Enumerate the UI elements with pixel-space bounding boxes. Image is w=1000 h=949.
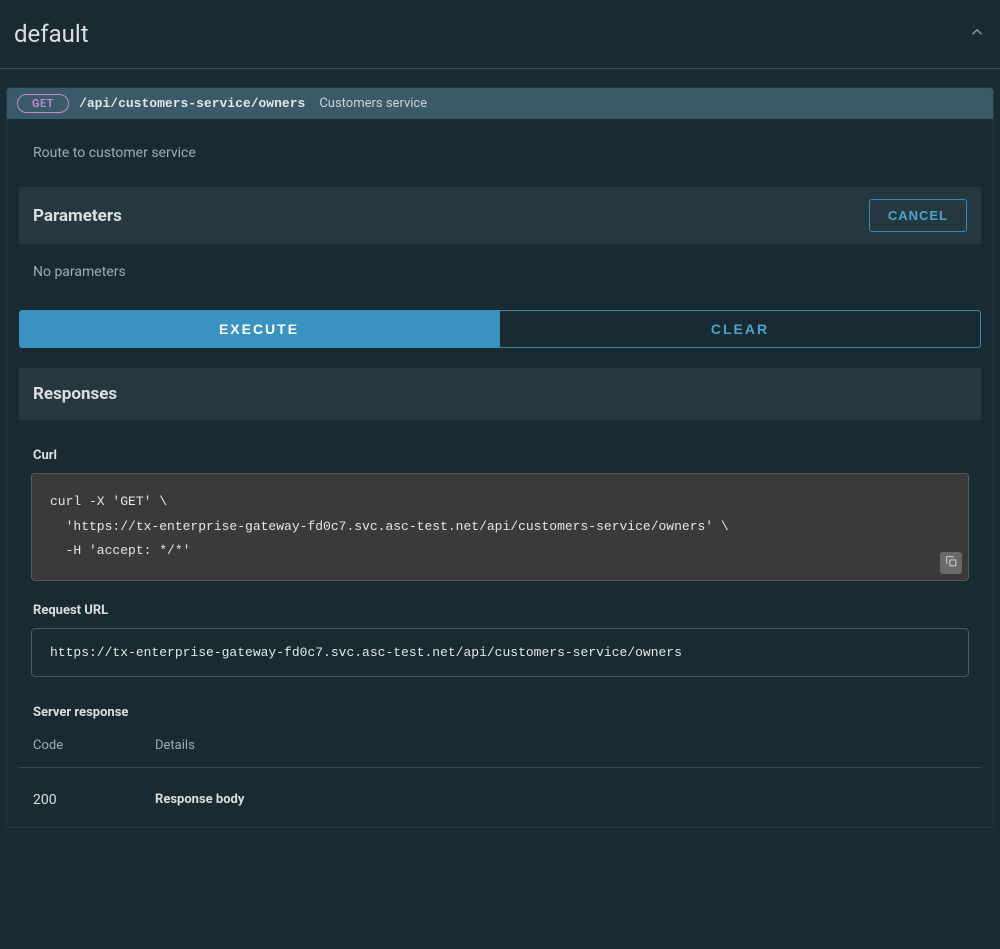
parameters-bar: Parameters CANCEL (19, 187, 981, 244)
action-buttons: EXECUTE CLEAR (19, 310, 981, 348)
cancel-button[interactable]: CANCEL (869, 199, 967, 232)
endpoint-summary: Customers service (319, 96, 427, 111)
details-header: Details (155, 738, 967, 753)
response-table-head: Code Details (19, 738, 981, 768)
response-details: Response body (155, 792, 967, 815)
operation-description: Route to customer service (19, 145, 981, 161)
section-title: default (14, 20, 89, 48)
curl-content: curl -X 'GET' \ 'https://tx-enterprise-g… (50, 494, 729, 558)
curl-code-block: curl -X 'GET' \ 'https://tx-enterprise-g… (31, 473, 969, 581)
code-header: Code (33, 738, 155, 753)
status-code: 200 (33, 792, 155, 815)
curl-label: Curl (19, 448, 981, 463)
no-parameters-text: No parameters (19, 264, 981, 280)
response-body-label: Response body (155, 792, 967, 807)
operation-body: Route to customer service Parameters CAN… (7, 119, 993, 827)
clipboard-icon (945, 555, 958, 571)
responses-bar: Responses (19, 368, 981, 420)
operation-header[interactable]: GET /api/customers-service/owners Custom… (7, 88, 993, 119)
chevron-up-icon (968, 23, 986, 45)
request-url-block: https://tx-enterprise-gateway-fd0c7.svc.… (31, 628, 969, 677)
clear-button[interactable]: CLEAR (499, 310, 981, 348)
request-url-label: Request URL (19, 603, 981, 618)
operation-block: GET /api/customers-service/owners Custom… (6, 87, 994, 828)
response-row: 200 Response body (19, 768, 981, 815)
section-header[interactable]: default (0, 0, 1000, 69)
server-response-label: Server response (19, 705, 981, 720)
endpoint-path: /api/customers-service/owners (79, 96, 305, 111)
method-badge: GET (17, 94, 69, 113)
copy-button[interactable] (940, 552, 962, 574)
execute-button[interactable]: EXECUTE (19, 310, 499, 348)
parameters-title: Parameters (33, 206, 122, 226)
responses-title: Responses (33, 384, 117, 404)
